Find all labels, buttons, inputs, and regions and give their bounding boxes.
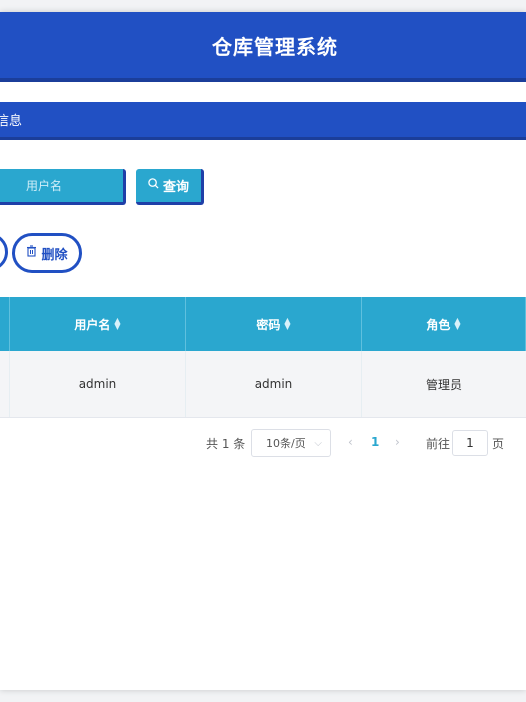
username-search-input[interactable] [0,169,126,205]
page-size-select[interactable]: 10条/页 ⌵ [251,429,331,457]
column-header-password[interactable]: 密码 ▲ ▼ [186,297,362,351]
page-size-value: 10条/页 [266,437,306,450]
query-button-label: 查询 [162,180,189,195]
chevron-right-icon[interactable]: › [395,435,400,449]
column-header-username[interactable]: 用户名 ▲ ▼ [10,297,186,351]
table-header-cell-selection [0,297,10,351]
trash-icon [26,245,37,261]
app-title: 仓库管理系统 [212,34,338,59]
page-number-current[interactable]: 1 [371,435,379,449]
chevron-down-icon: ⌵ [314,437,322,449]
sort-icon[interactable]: ▲ ▼ [114,317,120,331]
add-button[interactable] [0,233,8,271]
table-header: 用户名 ▲ ▼ 密码 ▲ ▼ 角色 ▲ ▼ [0,297,526,351]
total-count: 共 1 条 [206,437,246,451]
chevron-left-icon[interactable]: ‹ [348,435,353,449]
delete-button[interactable]: 删除 [12,233,82,273]
cell-password: admin [186,351,362,417]
section-title-bar: 信息 [0,102,526,140]
sort-icon[interactable]: ▲ ▼ [284,317,290,331]
goto-label: 前往 [426,437,451,451]
column-header-role[interactable]: 角色 ▲ ▼ [362,297,526,351]
page-container: 仓库管理系统 信息 查询 删除 用户名 ▲▼ 密码 ▲▼ 角色 [0,12,526,690]
sort-icon[interactable]: ▲ ▼ [454,317,460,331]
goto-page-input[interactable] [452,430,488,456]
cell-role: 管理员 [425,377,462,392]
pagination: 共 1 条 10条/页 ⌵ ‹ 1 › 前往 页 [0,429,526,459]
table-row[interactable]: admin admin 管理员 [0,351,526,418]
page-unit-label: 页 [492,437,505,451]
search-icon [148,178,159,193]
delete-button-label: 删除 [41,247,68,263]
cell-username: admin [10,351,186,417]
section-title: 信息 [0,114,23,129]
app-header: 仓库管理系统 [0,12,526,82]
query-button[interactable]: 查询 [136,169,204,205]
user-table: 用户名 ▲ ▼ 密码 ▲ ▼ 角色 ▲ ▼ admin admin 管理员 [0,297,526,418]
row-selection-cell [0,351,10,417]
